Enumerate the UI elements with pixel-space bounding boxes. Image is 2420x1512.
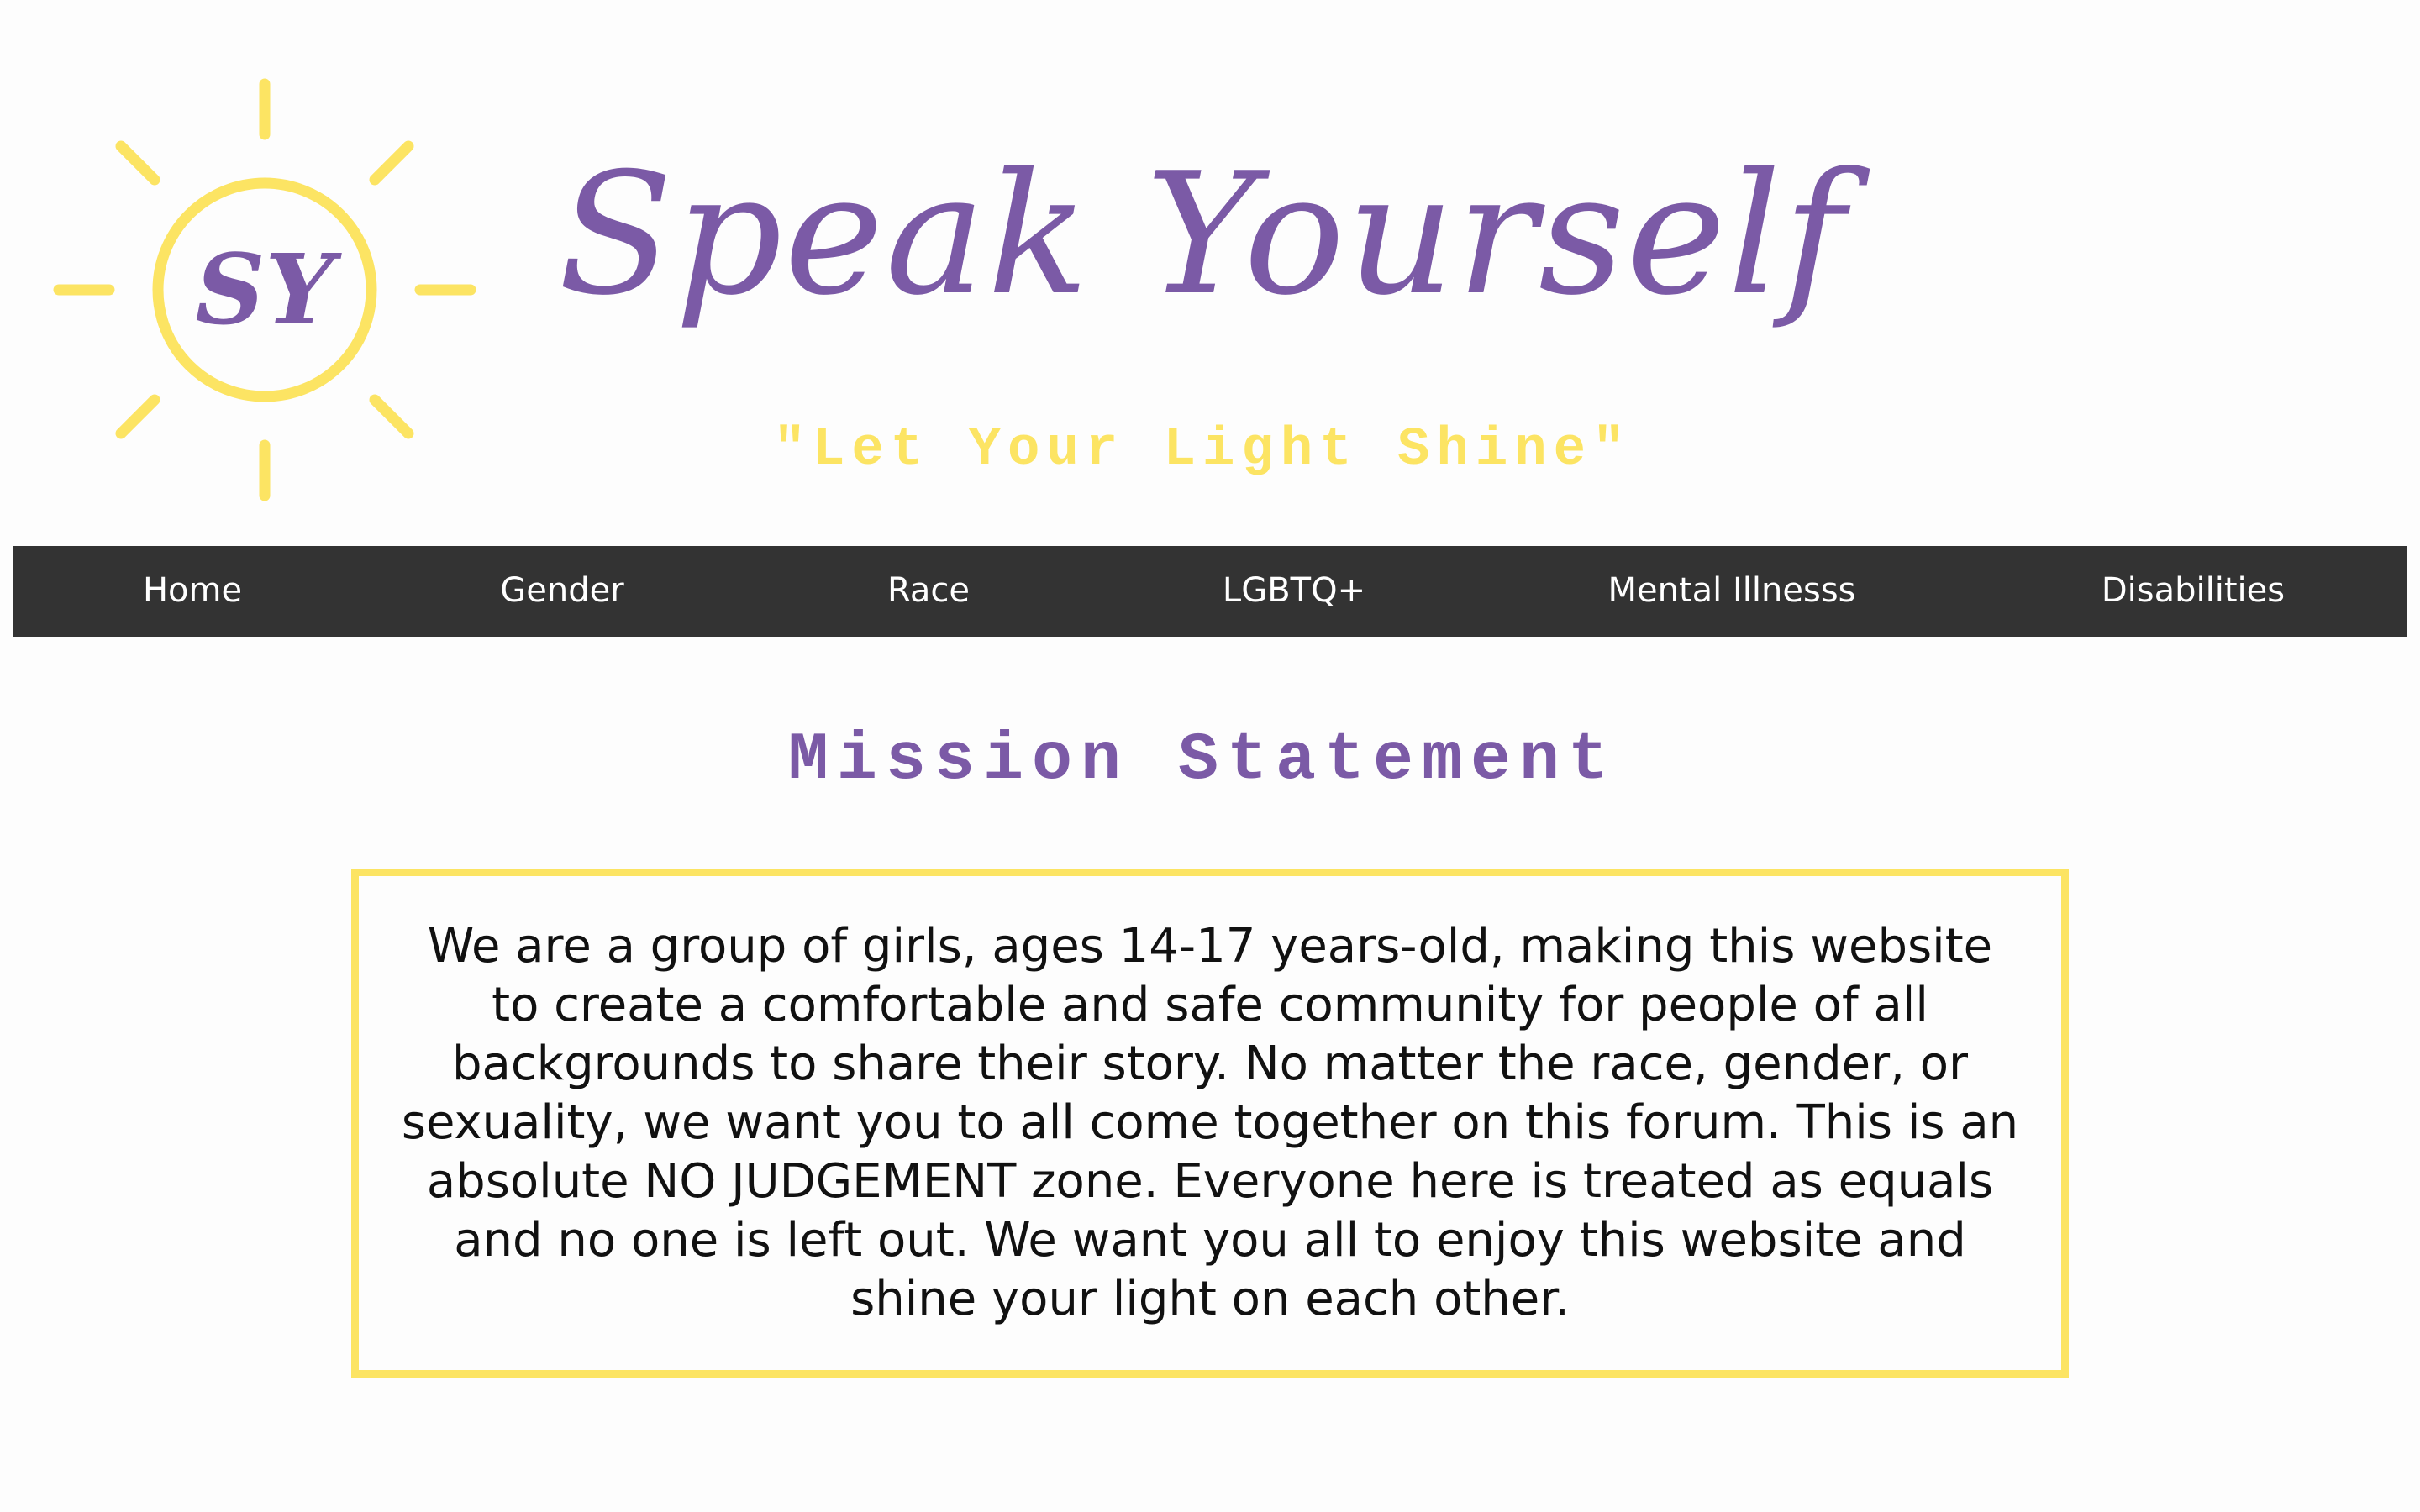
- nav-item-disabilities[interactable]: Disabilities: [2102, 546, 2285, 637]
- tagline: "Let Your Light Shine": [773, 420, 1632, 480]
- mission-title: Mission Statement: [787, 722, 1618, 799]
- mission-title-row: Mission Statement: [0, 722, 2420, 799]
- site-title: Speak Yourself: [558, 137, 1847, 333]
- tagline-row: "Let Your Light Shine": [0, 420, 2420, 480]
- nav-item-mental-illness[interactable]: Mental Illnesss: [1608, 546, 1856, 637]
- nav-item-lgbtq[interactable]: LGBTQ+: [1223, 546, 1365, 637]
- site-title-row: Speak Yourself: [0, 151, 2420, 319]
- nav-item-race[interactable]: Race: [887, 546, 970, 637]
- mission-statement-box: We are a group of girls, ages 14-17 year…: [351, 869, 2069, 1378]
- mission-statement-text: We are a group of girls, ages 14-17 year…: [401, 919, 2019, 1326]
- nav-item-gender[interactable]: Gender: [500, 546, 623, 637]
- nav-item-home[interactable]: Home: [143, 546, 242, 637]
- main-nav: Home Gender Race LGBTQ+ Mental Illnesss …: [13, 546, 2407, 637]
